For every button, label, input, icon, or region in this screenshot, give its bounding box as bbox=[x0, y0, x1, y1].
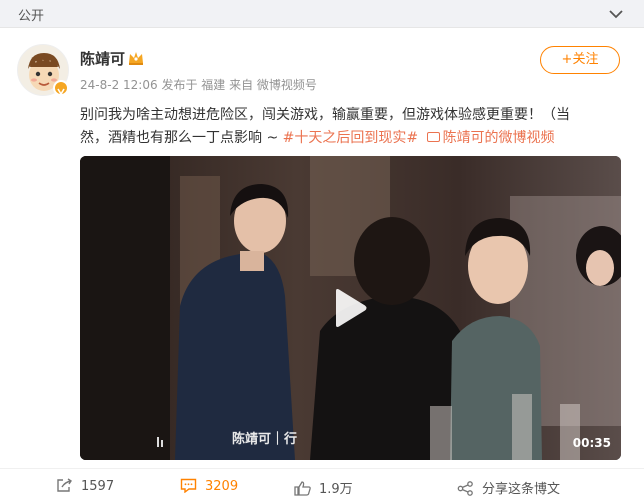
username[interactable]: 陈靖可 bbox=[80, 48, 125, 69]
video-link[interactable]: 陈靖可的微博视频 bbox=[423, 130, 555, 146]
video-caption: 陈靖可｜行 bbox=[232, 432, 298, 447]
repost-count: 1597 bbox=[81, 479, 115, 494]
follow-button[interactable]: +关注 bbox=[540, 46, 620, 74]
video-camera-icon bbox=[426, 132, 440, 142]
comment-button[interactable]: 3209 bbox=[180, 478, 238, 494]
like-button[interactable]: 1.9万 bbox=[294, 478, 353, 497]
volume-icon[interactable] bbox=[157, 437, 165, 447]
post-location: 发布于 福建 bbox=[161, 78, 226, 92]
repost-button[interactable]: 1597 bbox=[56, 478, 114, 494]
share-nodes-icon bbox=[457, 481, 473, 496]
crown-badge-icon[interactable] bbox=[127, 50, 145, 66]
weibo-post-card: 陈靖可 24-8-2 12:06 发布于 福建 来自 微博视频号 +关注 别问我… bbox=[0, 28, 644, 504]
share-to-fans-button[interactable]: 分享这条博文 bbox=[457, 478, 560, 497]
post-text-line-2: 然，酒精也有那么一丁点影响 ~ bbox=[80, 130, 283, 146]
comment-icon bbox=[180, 478, 197, 494]
verified-badge-icon bbox=[53, 80, 69, 96]
post-meta: 24-8-2 12:06 发布于 福建 来自 微博视频号 bbox=[80, 76, 317, 93]
share-icon bbox=[57, 478, 72, 492]
video-player[interactable]: 陈靖可｜行 00:35 bbox=[80, 156, 621, 460]
post-date[interactable]: 24-8-2 12:06 bbox=[80, 78, 158, 92]
play-icon[interactable] bbox=[332, 288, 368, 328]
post-visibility-bar: 公开 bbox=[0, 0, 644, 28]
post-action-bar: 1597 3209 1.9万 分享这条博文 bbox=[0, 468, 644, 504]
post-text: 别问我为啥主动想进危险区，闯关游戏，输赢重要，但游戏体验感更重要！（当 然，酒精… bbox=[80, 104, 620, 150]
video-duration: 00:35 bbox=[572, 436, 611, 450]
hashtag-link[interactable]: #十天之后回到现实# bbox=[283, 130, 418, 146]
post-text-line-1: 别问我为啥主动想进危险区，闯关游戏，输赢重要，但游戏体验感更重要！（当 bbox=[80, 107, 570, 123]
visibility-label: 公开 bbox=[18, 9, 45, 24]
comment-count: 3209 bbox=[205, 479, 239, 494]
like-count: 1.9万 bbox=[319, 482, 353, 497]
video-link-label: 陈靖可的微博视频 bbox=[442, 130, 555, 146]
chevron-down-icon[interactable] bbox=[608, 7, 624, 21]
share-to-fans-label: 分享这条博文 bbox=[482, 482, 561, 497]
thumbs-up-icon bbox=[294, 481, 311, 496]
post-source[interactable]: 来自 微博视频号 bbox=[229, 78, 317, 92]
